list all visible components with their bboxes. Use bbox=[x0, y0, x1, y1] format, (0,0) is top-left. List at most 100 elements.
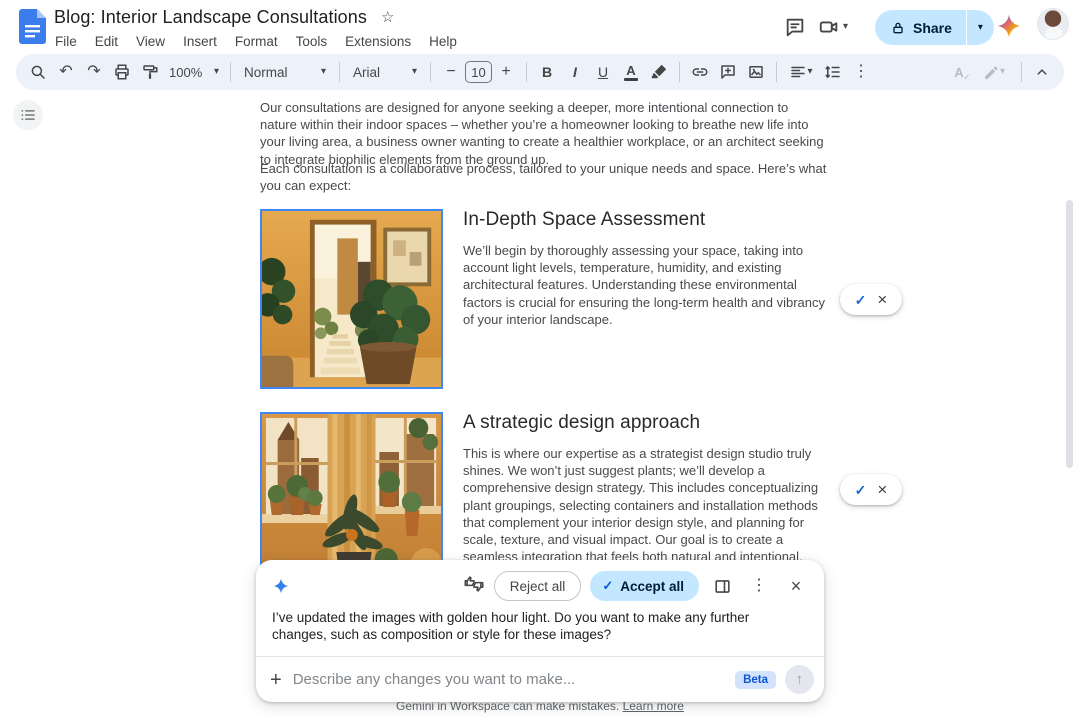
document-image-window-plants[interactable] bbox=[260, 412, 443, 582]
document-image-golden-doorway[interactable] bbox=[260, 209, 443, 389]
menu-format[interactable]: Format bbox=[226, 31, 287, 52]
toolbar-divider bbox=[339, 62, 340, 82]
gemini-input-row: + Beta ↑ bbox=[256, 656, 824, 702]
send-prompt-icon[interactable]: ↑ bbox=[785, 665, 814, 694]
decrease-font-size-button[interactable]: − bbox=[438, 59, 464, 85]
redo-icon[interactable]: ↷ bbox=[81, 59, 107, 85]
gemini-panel: Reject all ✓ Accept all ⋮ × I’ve updated… bbox=[256, 560, 824, 702]
menu-insert[interactable]: Insert bbox=[174, 31, 226, 52]
share-label: Share bbox=[913, 20, 952, 36]
menu-file[interactable]: File bbox=[46, 31, 86, 52]
paint-format-icon[interactable] bbox=[137, 59, 163, 85]
chevron-down-icon: ▾ bbox=[214, 67, 219, 77]
editing-mode-select[interactable]: ▾ bbox=[974, 59, 1014, 85]
vertical-scrollbar[interactable] bbox=[1066, 200, 1073, 468]
section-body[interactable]: We’ll begin by thoroughly assessing your… bbox=[463, 242, 831, 328]
accept-suggestion-icon[interactable]: ✓ bbox=[855, 483, 867, 497]
line-spacing-icon[interactable] bbox=[820, 59, 846, 85]
gemini-message: I’ve updated the images with golden hour… bbox=[256, 601, 808, 656]
title-block: Blog: Interior Landscape Consultations ☆… bbox=[54, 6, 466, 52]
toolbar-divider bbox=[526, 62, 527, 82]
top-bar: Blog: Interior Landscape Consultations ☆… bbox=[0, 0, 1080, 52]
reject-all-button[interactable]: Reject all bbox=[494, 571, 582, 601]
gemini-prompt-input[interactable] bbox=[293, 671, 735, 688]
more-options-icon[interactable]: ⋮ bbox=[745, 572, 773, 600]
menu-bar: File Edit View Insert Format Tools Exten… bbox=[46, 31, 466, 52]
paragraph-intro[interactable]: Our consultations are designed for anyon… bbox=[260, 99, 827, 168]
menu-help[interactable]: Help bbox=[420, 31, 466, 52]
google-docs-app: Blog: Interior Landscape Consultations ☆… bbox=[0, 0, 1080, 717]
menu-extensions[interactable]: Extensions bbox=[336, 31, 420, 52]
close-panel-icon[interactable]: × bbox=[782, 572, 810, 600]
accept-suggestion-icon[interactable]: ✓ bbox=[855, 293, 867, 307]
document-title[interactable]: Blog: Interior Landscape Consultations bbox=[54, 7, 367, 28]
add-comment-icon[interactable] bbox=[715, 59, 741, 85]
undo-icon[interactable]: ↶ bbox=[53, 59, 79, 85]
check-icon: ✓ bbox=[602, 578, 613, 594]
check-icon: ✓ bbox=[963, 72, 971, 83]
pen-icon bbox=[983, 64, 1000, 81]
section-heading[interactable]: A strategic design approach bbox=[463, 412, 831, 434]
reject-suggestion-icon[interactable]: × bbox=[877, 481, 887, 498]
align-select[interactable]: ▾ bbox=[784, 59, 818, 85]
spelling-grammar-check-icon[interactable]: A✓ bbox=[946, 59, 972, 85]
chevron-down-icon: ▾ bbox=[321, 67, 326, 77]
menu-view[interactable]: View bbox=[127, 31, 174, 52]
more-toolbar-options-icon[interactable]: ⋮ bbox=[848, 59, 874, 85]
insert-image-icon[interactable] bbox=[743, 59, 769, 85]
formatting-toolbar: ↶ ↷ 100% ▾ Normal ▾ Arial ▾ − + bbox=[16, 54, 1064, 90]
underline-button[interactable]: U bbox=[590, 59, 616, 85]
share-button[interactable]: Share ▾ bbox=[875, 10, 994, 45]
join-call-button[interactable]: ▾ bbox=[818, 11, 862, 43]
section-text: A strategic design approach This is wher… bbox=[463, 412, 831, 565]
toolbar-divider bbox=[776, 62, 777, 82]
text-color-bar bbox=[624, 78, 638, 81]
paragraph-styles-select[interactable]: Normal ▾ bbox=[238, 59, 332, 85]
section-text: In-Depth Space Assessment We’ll begin by… bbox=[463, 209, 831, 328]
text-color-button[interactable]: A bbox=[618, 59, 644, 85]
paragraph-consultation[interactable]: Each consultation is a collaborative pro… bbox=[260, 160, 827, 194]
chevron-down-icon: ▾ bbox=[843, 22, 848, 32]
feedback-thumbs-icon[interactable] bbox=[463, 573, 485, 600]
menu-edit[interactable]: Edit bbox=[86, 31, 127, 52]
gemini-spark-icon bbox=[272, 577, 290, 595]
lock-icon bbox=[890, 20, 906, 36]
text-color-letter: A bbox=[626, 64, 635, 77]
zoom-select[interactable]: 100% ▾ bbox=[165, 59, 223, 85]
accept-all-button[interactable]: ✓ Accept all bbox=[590, 571, 699, 601]
hide-menus-icon[interactable] bbox=[1029, 59, 1055, 85]
bold-button[interactable]: B bbox=[534, 59, 560, 85]
font-family-select[interactable]: Arial ▾ bbox=[347, 59, 423, 85]
search-menus-icon[interactable] bbox=[25, 59, 51, 85]
italic-button[interactable]: I bbox=[562, 59, 588, 85]
star-favorite-icon[interactable]: ☆ bbox=[381, 10, 394, 25]
user-avatar[interactable] bbox=[1037, 8, 1069, 40]
highlight-color-icon[interactable] bbox=[646, 59, 672, 85]
open-comments-icon[interactable] bbox=[779, 11, 811, 43]
accept-all-label: Accept all bbox=[620, 579, 684, 594]
suggestion-pill-2: ✓ × bbox=[840, 474, 902, 505]
menu-tools[interactable]: Tools bbox=[287, 31, 337, 52]
chevron-down-icon: ▾ bbox=[807, 67, 812, 77]
insert-link-icon[interactable] bbox=[687, 59, 713, 85]
styles-value: Normal bbox=[244, 65, 288, 80]
font-size-input[interactable] bbox=[465, 61, 492, 83]
section-heading[interactable]: In-Depth Space Assessment bbox=[463, 209, 831, 231]
print-icon[interactable] bbox=[109, 59, 135, 85]
add-attachment-icon[interactable]: + bbox=[270, 670, 282, 690]
section-body[interactable]: This is where our expertise as a strateg… bbox=[463, 445, 831, 565]
open-side-panel-icon[interactable] bbox=[708, 572, 736, 600]
google-docs-logo-icon[interactable] bbox=[19, 9, 46, 44]
suggestion-pill-1: ✓ × bbox=[840, 284, 902, 315]
gemini-icon[interactable] bbox=[995, 12, 1023, 40]
font-value: Arial bbox=[353, 65, 380, 80]
chevron-down-icon: ▾ bbox=[1000, 67, 1005, 77]
zoom-value: 100% bbox=[169, 65, 202, 80]
toolbar-divider bbox=[230, 62, 231, 82]
chevron-down-icon: ▾ bbox=[412, 67, 417, 77]
increase-font-size-button[interactable]: + bbox=[493, 59, 519, 85]
document-outline-icon[interactable] bbox=[13, 100, 43, 130]
reject-suggestion-icon[interactable]: × bbox=[877, 291, 887, 308]
share-dropdown-icon[interactable]: ▾ bbox=[967, 23, 994, 33]
video-camera-icon bbox=[818, 16, 840, 38]
